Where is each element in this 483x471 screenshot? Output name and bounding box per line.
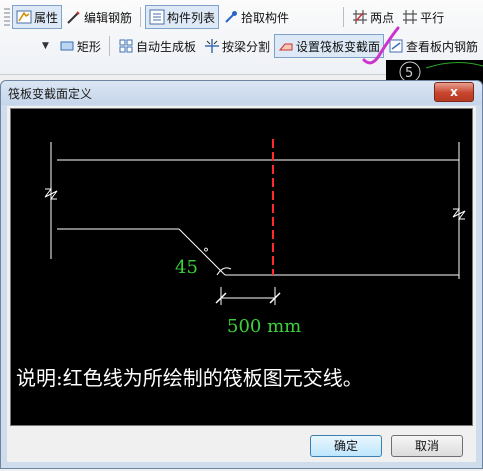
toolbar-row-1: 属性 编辑钢筋 构件列表 拾取构件 两点 平行	[0, 3, 483, 31]
split-by-beam-button[interactable]: 按梁分割	[200, 34, 274, 58]
dialog-titlebar[interactable]: 筏板变截面定义 x	[1, 81, 482, 105]
close-button[interactable]: x	[434, 82, 474, 102]
rectangle-icon	[60, 41, 74, 51]
diagram-svg: 45 ° 500 mm 说明:红色线为所绘制的筏板图元交线。	[16, 139, 466, 390]
pick-component-button[interactable]: 拾取构件	[219, 5, 293, 29]
split-icon	[204, 39, 219, 53]
toolbar-separator	[108, 36, 110, 56]
raft-section-dialog: 筏板变截面定义 x 45 ° 500 mm 说明:红色线为所绘制的筏板图元交线。…	[0, 80, 483, 469]
list-icon	[149, 9, 165, 25]
auto-generate-slab-button[interactable]: 自动生成板	[114, 34, 200, 58]
split-by-beam-label: 按梁分割	[221, 39, 270, 54]
edit-rebar-button[interactable]: 编辑钢筋	[62, 5, 136, 29]
two-points-label: 两点	[370, 10, 395, 25]
diagram-note: 说明:红色线为所绘制的筏板图元交线。	[16, 366, 363, 390]
component-list-label: 构件列表	[167, 10, 216, 25]
component-list-button[interactable]: 构件列表	[145, 5, 220, 29]
close-icon: x	[450, 85, 458, 99]
auto-generate-slab-label: 自动生成板	[135, 39, 196, 54]
two-points-icon	[353, 10, 368, 24]
parallel-label: 平行	[420, 10, 445, 25]
grid-icon	[119, 39, 133, 53]
angle-value: 45	[175, 257, 198, 278]
properties-label: 属性	[34, 10, 59, 25]
toolbar-row-2: ▼ 矩形 自动生成板 按梁分割 设置筏板变截面 查看板内钢筋	[0, 32, 483, 60]
toolbar-grip[interactable]	[4, 8, 10, 26]
canvas-marker-text: 5	[405, 66, 413, 81]
toolbar-separator	[343, 7, 345, 27]
rectangle-label: 矩形	[76, 39, 101, 54]
properties-button[interactable]: 属性	[12, 5, 63, 29]
cancel-button[interactable]: 取消	[391, 435, 463, 457]
ok-button[interactable]: 确定	[310, 435, 382, 457]
annotation-stroke	[362, 26, 400, 65]
pipette-icon	[225, 11, 238, 23]
raft-section-icon	[278, 43, 293, 51]
pick-component-label: 拾取构件	[241, 10, 290, 25]
toolbar-separator	[140, 7, 142, 27]
dialog-title: 筏板变截面定义	[8, 87, 93, 101]
section-diagram: 45 ° 500 mm 说明:红色线为所绘制的筏板图元交线。	[10, 108, 473, 426]
view-slab-rebar-label: 查看板内钢筋	[405, 39, 478, 54]
edit-rebar-icon	[67, 11, 80, 24]
dialog-client-area: 45 ° 500 mm 说明:红色线为所绘制的筏板图元交线。 确定 取消	[7, 106, 476, 462]
dropdown-arrow-icon[interactable]: ▼	[42, 41, 49, 51]
edit-rebar-label: 编辑钢筋	[84, 10, 133, 25]
properties-icon	[16, 10, 32, 24]
parallel-icon	[403, 10, 418, 24]
rectangle-button[interactable]: 矩形	[55, 34, 105, 58]
degree-symbol: °	[203, 246, 209, 260]
dimension-value: 500 mm	[227, 316, 301, 337]
